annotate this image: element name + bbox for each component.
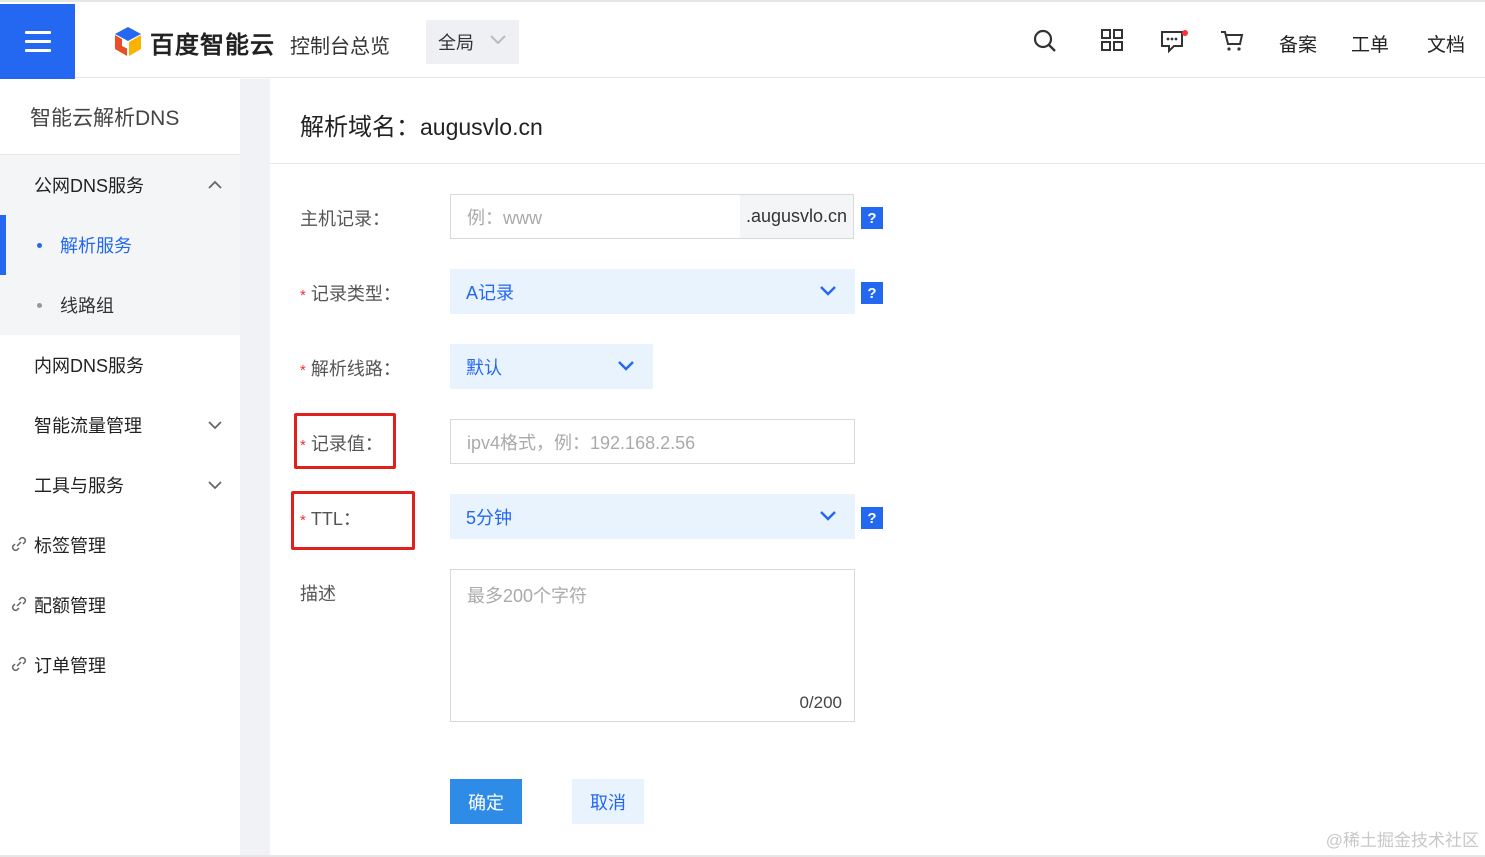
required-mark: *: [300, 512, 306, 529]
resolve-line-label: * 解析线路：: [300, 359, 401, 379]
domain-suffix: .augusvlo.cn: [740, 194, 854, 239]
public-dns-group: 公网DNS服务 解析服务 线路组: [0, 155, 240, 335]
help-icon[interactable]: ?: [861, 282, 883, 304]
sidebar-item-tools-services[interactable]: 工具与服务: [0, 455, 240, 515]
chevron-down-icon: [208, 421, 222, 430]
apps-grid-icon[interactable]: [1101, 28, 1123, 52]
required-mark: *: [300, 287, 306, 304]
cancel-button[interactable]: 取消: [572, 779, 644, 824]
chevron-down-icon: [618, 361, 634, 371]
bullet: [37, 243, 42, 248]
filing-link[interactable]: 备案: [1279, 30, 1317, 57]
ttl-select[interactable]: 5分钟: [450, 494, 855, 539]
bullet: [37, 303, 42, 308]
sidebar-item-label: 智能流量管理: [34, 416, 142, 436]
sidebar-item-tag-management[interactable]: 标签管理: [0, 515, 240, 575]
chevron-up-icon: [208, 180, 222, 189]
sidebar-item-public-dns[interactable]: 公网DNS服务: [0, 155, 240, 215]
description-placeholder: 最多200个字符: [467, 586, 588, 606]
record-type-select[interactable]: A记录: [450, 269, 855, 314]
domain-name: augusvlo.cn: [420, 114, 543, 140]
sidebar-item-label: 线路组: [60, 296, 114, 316]
menu-icon: [24, 31, 51, 53]
sidebar-item-label: 配额管理: [34, 596, 106, 616]
link-icon: [11, 656, 27, 672]
record-value-placeholder: ipv4格式，例：192.168.2.56: [467, 432, 696, 453]
chevron-down-icon: [208, 481, 222, 490]
search-icon[interactable]: [1033, 28, 1057, 54]
brand-logo[interactable]: 百度智能云: [112, 24, 275, 60]
description-textarea[interactable]: 最多200个字符 0/200: [450, 569, 855, 722]
sidebar-item-label: 解析服务: [60, 236, 132, 256]
layout-gutter: [240, 79, 270, 857]
sidebar-item-traffic-management[interactable]: 智能流量管理: [0, 395, 240, 455]
top-navbar: 百度智能云 控制台总览 全局 备案 工单 文档: [0, 0, 1485, 80]
watermark: @稀土掘金技术社区: [1325, 831, 1479, 850]
cube-logo-icon: [115, 27, 141, 56]
notification-dot: [1182, 30, 1188, 36]
chevron-down-icon: [820, 286, 836, 296]
title-prefix: 解析域名：: [300, 114, 420, 141]
host-record-placeholder: 例：www: [467, 207, 542, 228]
cart-icon[interactable]: [1220, 28, 1244, 54]
main-content: 解析域名：augusvlo.cn 主机记录： 例：www .augusvlo.c…: [270, 79, 1485, 857]
ttl-label: * TTL：: [300, 509, 361, 529]
record-type-label: * 记录类型：: [300, 284, 401, 304]
confirm-button[interactable]: 确定: [450, 779, 522, 824]
page-title: 解析域名：augusvlo.cn: [300, 107, 543, 142]
record-value-input[interactable]: ipv4格式，例：192.168.2.56: [450, 419, 855, 464]
sidebar-item-label: 标签管理: [34, 536, 106, 556]
chevron-down-icon: [820, 511, 836, 521]
sidebar-item-line-group[interactable]: 线路组: [0, 275, 240, 335]
active-indicator: [0, 215, 6, 275]
sidebar-item-label: 工具与服务: [34, 476, 124, 496]
help-icon[interactable]: ?: [861, 207, 883, 229]
docs-link[interactable]: 文档: [1427, 30, 1465, 57]
ttl-value: 5分钟: [466, 507, 513, 528]
host-record-label: 主机记录：: [300, 209, 390, 229]
sidebar-item-label: 公网DNS服务: [34, 176, 145, 196]
chevron-down-icon: [490, 35, 506, 45]
resolve-line-select[interactable]: 默认: [450, 344, 653, 389]
sidebar-item-label: 订单管理: [34, 656, 106, 676]
sidebar-title: 智能云解析DNS: [30, 107, 180, 130]
sidebar-item-private-dns[interactable]: 内网DNS服务: [0, 335, 240, 395]
divider: [270, 163, 1485, 164]
record-type-value: A记录: [466, 282, 515, 303]
sidebar-item-quota-management[interactable]: 配额管理: [0, 575, 240, 635]
required-mark: *: [300, 437, 306, 454]
sidebar-item-label: 内网DNS服务: [34, 356, 145, 376]
hamburger-menu-button[interactable]: [0, 4, 75, 80]
host-record-input[interactable]: 例：www: [450, 194, 741, 239]
link-icon: [11, 596, 27, 612]
resolve-line-value: 默认: [466, 357, 502, 378]
scope-value: 全局: [438, 33, 474, 53]
description-label: 描述: [300, 584, 336, 604]
char-counter: 0/200: [799, 693, 842, 712]
ticket-link[interactable]: 工单: [1351, 30, 1389, 57]
record-value-label: * 记录值：: [300, 434, 383, 454]
sidebar-item-order-management[interactable]: 订单管理: [0, 635, 240, 695]
required-mark: *: [300, 362, 306, 379]
sidebar: 智能云解析DNS 公网DNS服务 解析服务 线路组 内网DNS服务 智能流量管理…: [0, 79, 240, 857]
region-scope-select[interactable]: 全局: [426, 20, 519, 64]
link-icon: [11, 536, 27, 552]
help-icon[interactable]: ?: [861, 507, 883, 529]
sidebar-item-resolve-service[interactable]: 解析服务: [0, 215, 240, 275]
console-overview-link[interactable]: 控制台总览: [290, 30, 390, 59]
brand-name: 百度智能云: [150, 31, 275, 59]
